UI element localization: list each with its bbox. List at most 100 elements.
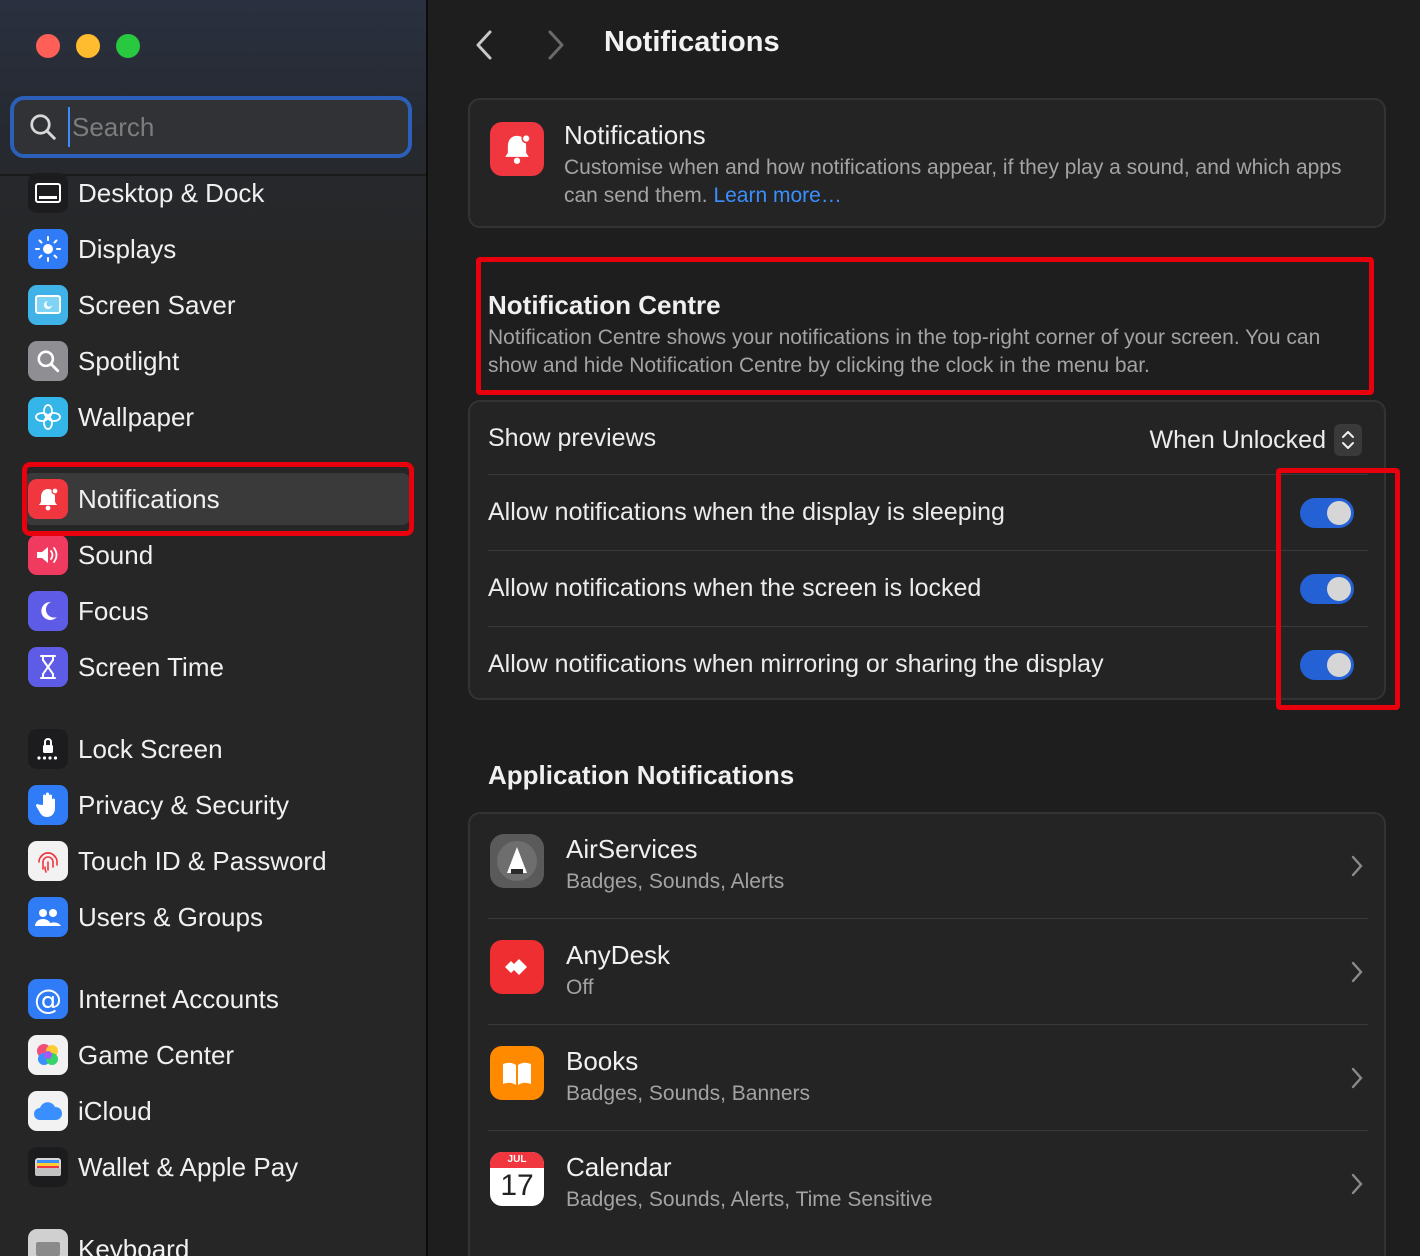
close-window-button[interactable] xyxy=(36,34,60,58)
wallet-icon xyxy=(28,1147,68,1187)
books-icon xyxy=(490,1046,544,1100)
up-down-chevron-icon xyxy=(1334,424,1362,456)
toggle-label: Allow notifications when the display is … xyxy=(488,497,1005,526)
sidebar-item-desktop-dock[interactable]: Desktop & Dock xyxy=(24,167,410,219)
sidebar-item-privacy-security[interactable]: Privacy & Security xyxy=(24,779,410,831)
toggle-label: Allow notifications when mirroring or sh… xyxy=(488,649,1104,678)
intro-description: Customise when and how notifications app… xyxy=(564,154,1354,210)
sidebar-item-label: Keyboard xyxy=(78,1233,190,1256)
bell-icon xyxy=(490,122,544,176)
hand-icon xyxy=(28,785,68,825)
game-center-icon xyxy=(28,1035,68,1075)
sidebar: Desktop & Dock Displays Screen Saver Spo… xyxy=(0,0,426,1256)
sidebar-item-label: Touch ID & Password xyxy=(78,845,327,876)
app-notification-summary: Badges, Sounds, Alerts xyxy=(566,870,785,893)
sidebar-item-label: Wallet & Apple Pay xyxy=(78,1151,299,1182)
forward-chevron-icon[interactable] xyxy=(540,28,570,62)
app-name: Books xyxy=(566,1046,639,1076)
minimize-window-button[interactable] xyxy=(76,34,100,58)
calendar-icon-month: JUL xyxy=(490,1152,544,1168)
chevron-right-icon xyxy=(1351,1067,1363,1089)
page-title: Notifications xyxy=(604,26,780,58)
toggle-label: Allow notifications when the screen is l… xyxy=(488,573,982,602)
app-row-calendar[interactable]: JUL 17 Calendar Badges, Sounds, Alerts, … xyxy=(470,1132,1384,1238)
sidebar-item-focus[interactable]: Focus xyxy=(24,585,410,637)
search-input[interactable] xyxy=(68,107,388,147)
intro-title: Notifications xyxy=(564,120,706,150)
show-previews-select[interactable]: When Unlocked xyxy=(1150,424,1362,456)
row-divider xyxy=(488,918,1368,919)
sidebar-item-label: Wallpaper xyxy=(78,401,195,432)
row-divider xyxy=(488,626,1368,627)
sidebar-item-internet-accounts[interactable]: @ Internet Accounts xyxy=(24,973,410,1025)
search-field[interactable] xyxy=(10,96,412,158)
sidebar-item-label: Users & Groups xyxy=(78,901,263,932)
sidebar-item-screen-time[interactable]: Screen Time xyxy=(24,641,410,693)
sidebar-item-label: Sound xyxy=(78,539,154,570)
sidebar-item-users-groups[interactable]: Users & Groups xyxy=(24,891,410,943)
users-icon xyxy=(28,897,68,937)
sidebar-item-label: Internet Accounts xyxy=(78,983,279,1014)
row-divider xyxy=(488,1130,1368,1131)
sidebar-item-label: iCloud xyxy=(78,1095,152,1126)
sidebar-item-touch-id[interactable]: Touch ID & Password xyxy=(24,835,410,887)
calendar-icon: JUL 17 xyxy=(490,1152,544,1206)
flower-icon xyxy=(28,397,68,437)
notification-centre-settings: Show previews When Unlocked Allow notifi… xyxy=(468,400,1386,700)
sidebar-item-lock-screen[interactable]: Lock Screen xyxy=(24,723,410,775)
chevron-right-icon xyxy=(1351,1173,1363,1195)
sun-icon xyxy=(28,229,68,269)
chevron-right-icon xyxy=(1351,961,1363,983)
search-icon xyxy=(30,114,56,140)
toggle-row-display-sleeping: Allow notifications when the display is … xyxy=(488,494,1368,530)
keyboard-icon xyxy=(28,1229,68,1256)
sidebar-item-keyboard[interactable]: Keyboard xyxy=(24,1223,410,1256)
sidebar-item-sound[interactable]: Sound xyxy=(24,529,410,581)
sidebar-item-displays[interactable]: Displays xyxy=(24,223,410,275)
app-row-airservices[interactable]: AirServices Badges, Sounds, Alerts xyxy=(470,814,1384,920)
sidebar-item-spotlight[interactable]: Spotlight xyxy=(24,335,410,387)
learn-more-link[interactable]: Learn more… xyxy=(713,184,841,207)
intro-description-text: Customise when and how notifications app… xyxy=(564,156,1342,207)
speaker-icon xyxy=(28,535,68,575)
at-icon: @ xyxy=(28,979,68,1019)
sidebar-item-game-center[interactable]: Game Center xyxy=(24,1029,410,1081)
sidebar-item-label: Focus xyxy=(78,595,149,626)
sidebar-item-label: Displays xyxy=(78,233,177,264)
calendar-icon-day: 17 xyxy=(500,1169,534,1202)
back-chevron-icon[interactable] xyxy=(470,28,500,62)
app-notification-summary: Badges, Sounds, Banners xyxy=(566,1082,811,1105)
row-divider xyxy=(488,1024,1368,1025)
screen-saver-icon xyxy=(28,285,68,325)
sidebar-item-label: Privacy & Security xyxy=(78,789,289,820)
app-name: AnyDesk xyxy=(566,940,671,970)
show-previews-label: Show previews xyxy=(488,423,657,452)
fingerprint-icon xyxy=(28,841,68,881)
app-row-anydesk[interactable]: AnyDesk Off xyxy=(470,920,1384,1026)
app-name: AirServices xyxy=(566,834,698,864)
magnifier-icon xyxy=(28,341,68,381)
zoom-window-button[interactable] xyxy=(116,34,140,58)
window-controls xyxy=(36,34,140,58)
show-previews-value: When Unlocked xyxy=(1149,425,1326,454)
app-notification-summary: Badges, Sounds, Alerts, Time Sensitive xyxy=(566,1188,933,1211)
sidebar-item-label: Game Center xyxy=(78,1039,235,1070)
sidebar-item-wallpaper[interactable]: Wallpaper xyxy=(24,391,410,443)
application-notifications-heading: Application Notifications xyxy=(488,760,795,790)
highlight-box-sidebar-notifications xyxy=(22,462,414,536)
sidebar-item-icloud[interactable]: iCloud xyxy=(24,1085,410,1137)
application-notifications-list: AirServices Badges, Sounds, Alerts AnyDe… xyxy=(468,812,1386,1256)
sidebar-item-wallet[interactable]: Wallet & Apple Pay xyxy=(24,1141,410,1193)
app-name: Calendar xyxy=(566,1152,672,1182)
notifications-intro-card: Notifications Customise when and how not… xyxy=(468,98,1386,228)
app-notification-summary: Off xyxy=(566,976,594,999)
sidebar-item-screen-saver[interactable]: Screen Saver xyxy=(24,279,410,331)
anydesk-icon xyxy=(490,940,544,994)
row-divider xyxy=(488,550,1368,551)
sidebar-item-label: Screen Saver xyxy=(78,289,236,320)
sidebar-item-label: Spotlight xyxy=(78,345,180,376)
app-row-books[interactable]: Books Badges, Sounds, Banners xyxy=(470,1026,1384,1132)
moon-icon xyxy=(28,591,68,631)
hourglass-icon xyxy=(28,647,68,687)
highlight-box-toggles xyxy=(1276,468,1400,710)
